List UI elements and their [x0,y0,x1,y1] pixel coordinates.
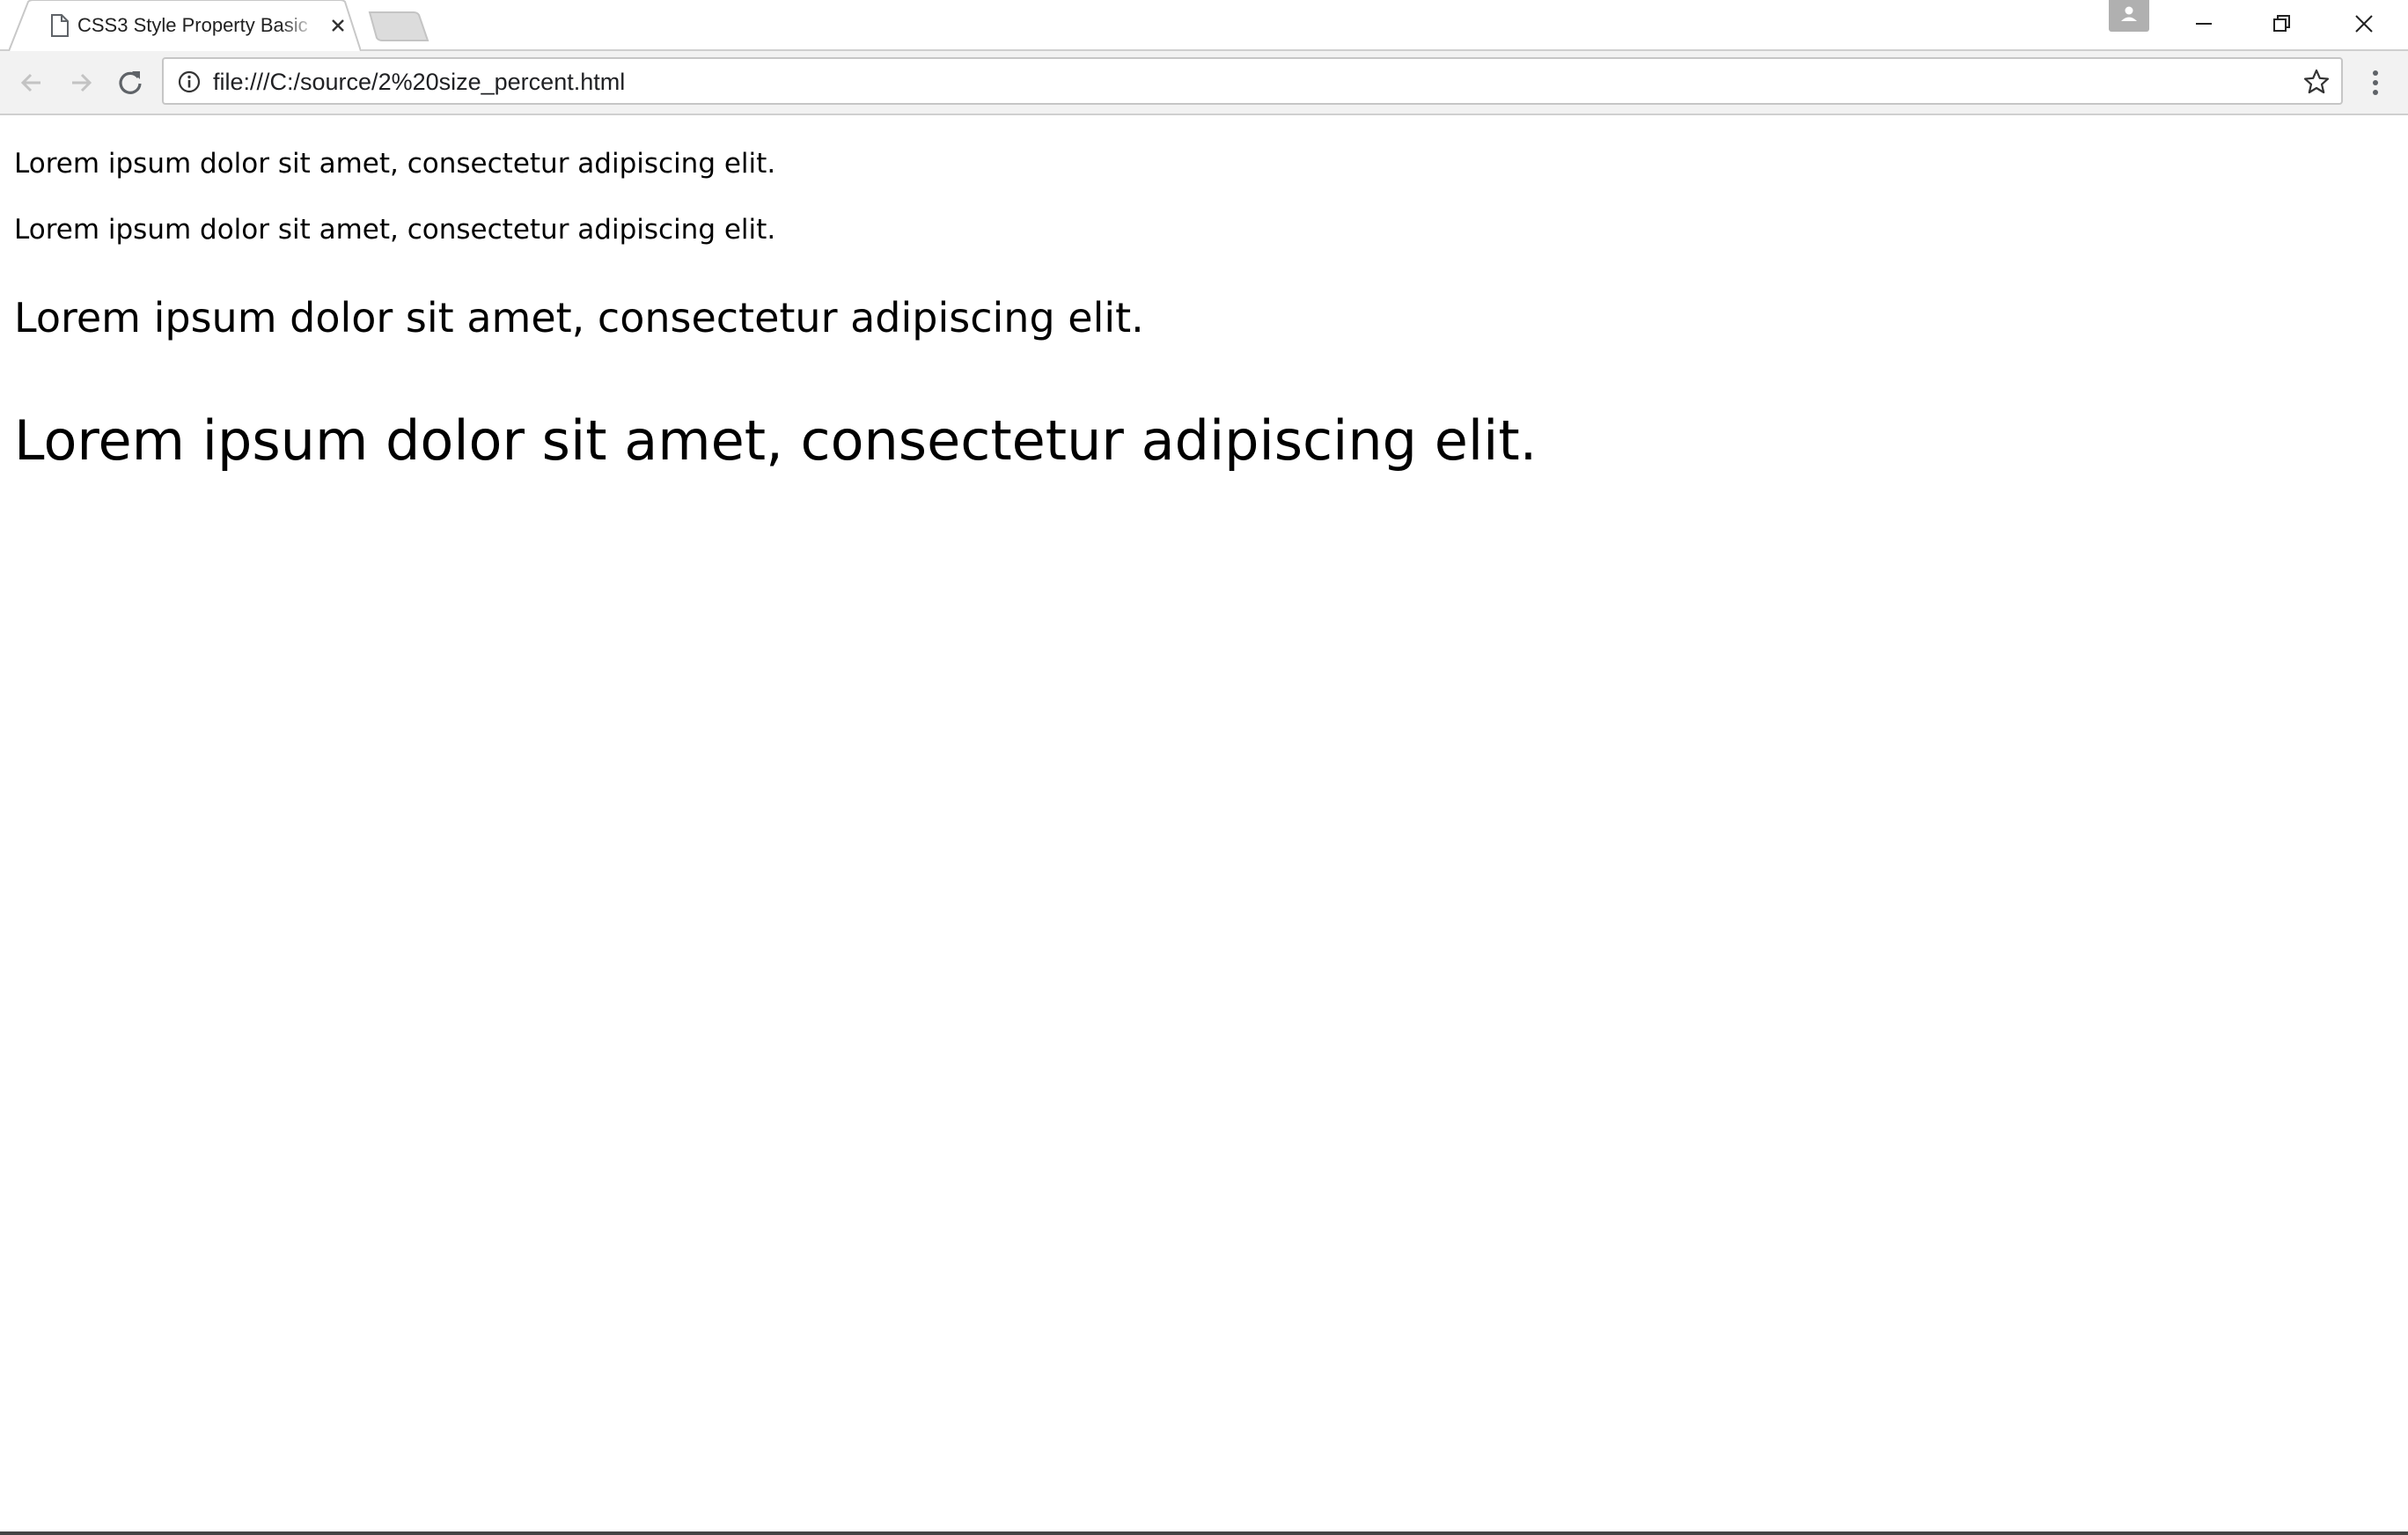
minimize-icon[interactable] [2165,0,2243,48]
kebab-menu-icon[interactable] [2362,62,2389,104]
close-icon[interactable] [327,15,349,36]
new-tab-icon[interactable] [366,11,429,42]
page-icon [49,13,70,38]
info-icon[interactable] [178,70,201,93]
window-bottom-border [0,1531,2408,1535]
browser-tab[interactable]: CSS3 Style Property Basic [9,0,361,51]
url-text[interactable]: file:///C:/source/2%20size_percent.html [213,67,625,97]
person-icon[interactable] [2109,0,2149,32]
star-icon[interactable] [2302,68,2331,96]
page-content: Lorem ipsum dolor sit amet, consectetur … [0,115,2408,1532]
text-paragraph-3: Lorem ipsum dolor sit amet, consectetur … [14,294,1144,342]
reload-icon[interactable] [109,62,151,104]
text-paragraph-1: Lorem ipsum dolor sit amet, consectetur … [14,148,776,180]
arrow-left-icon[interactable] [11,62,53,104]
text-paragraph-4: Lorem ipsum dolor sit amet, consectetur … [14,408,1538,473]
close-icon[interactable] [2325,0,2403,48]
arrow-right-icon[interactable] [60,62,102,104]
tab-title: CSS3 Style Property Basic [77,14,308,36]
address-bar[interactable]: file:///C:/source/2%20size_percent.html [162,57,2343,105]
browser-titlebar: CSS3 Style Property Basic [0,0,2408,51]
text-paragraph-2: Lorem ipsum dolor sit amet, consectetur … [14,214,776,246]
restore-icon[interactable] [2243,0,2321,48]
